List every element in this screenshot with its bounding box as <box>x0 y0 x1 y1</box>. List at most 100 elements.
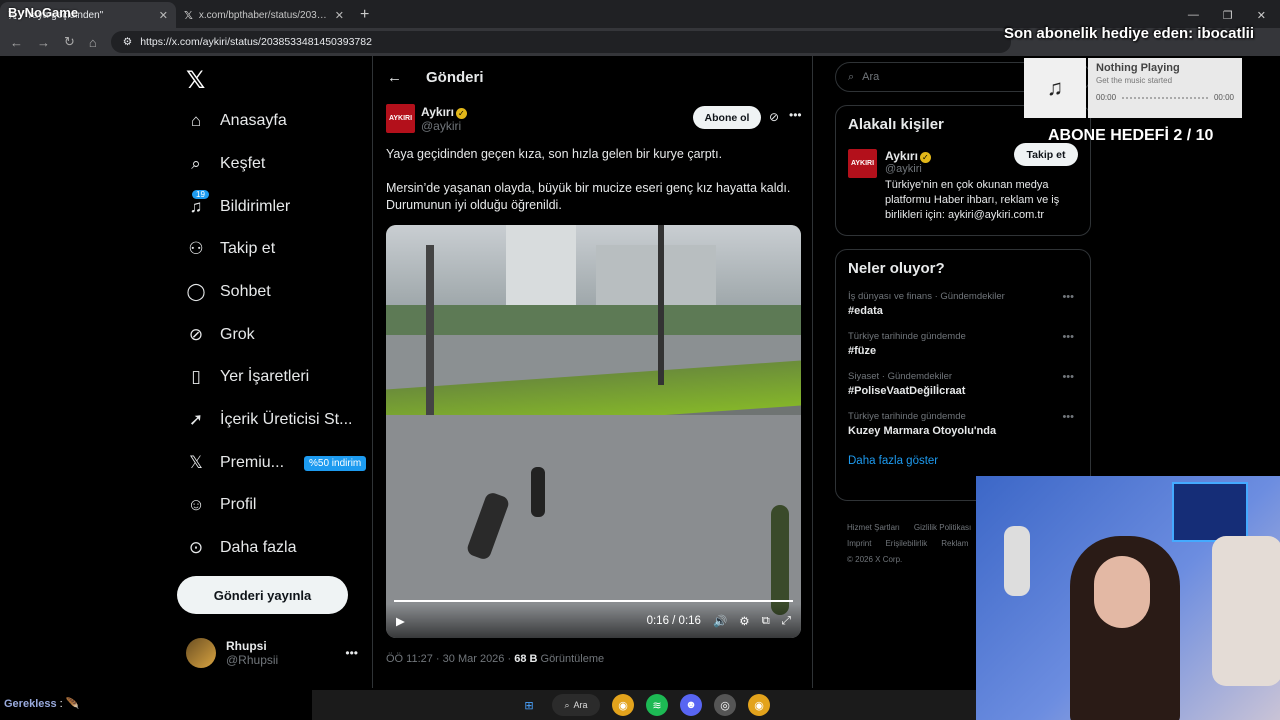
person-icon: ☺ <box>187 495 205 514</box>
close-window-icon[interactable]: ✕ <box>1257 9 1266 22</box>
trend-item[interactable]: Türkiye tarihinde gündemde Kuzey Marmara… <box>848 411 1078 437</box>
more-dots-icon[interactable]: ••• <box>789 108 802 122</box>
trend-item[interactable]: Siyaset · Gündemdekiler #PoliseVaatDeğil… <box>848 371 1078 397</box>
play-icon[interactable]: ▶ <box>396 614 405 628</box>
tab-bpthaber[interactable]: 𝕏 x.com/bpthaber/status/203824 ✕ <box>176 2 352 28</box>
trends-title: Neler oluyor? <box>848 260 945 277</box>
minimize-icon[interactable]: — <box>1188 9 1199 22</box>
nav-item-more[interactable]: ⊙ Daha fazla <box>186 538 297 558</box>
back-icon[interactable]: ← <box>10 35 23 50</box>
back-arrow-icon[interactable]: ← <box>387 69 402 86</box>
x-favicon-icon: 𝕏 <box>184 9 193 22</box>
pip-icon[interactable]: ⧉ <box>762 615 770 628</box>
fullscreen-icon[interactable]: ⤢ <box>782 615 791 628</box>
trends-card: Neler oluyor? İş dünyası ve finans · Gün… <box>835 249 1091 501</box>
home-icon: ⌂ <box>190 111 202 130</box>
bookmark-icon: ▯ <box>191 367 201 386</box>
browser-tabbar: 𝕏 "Yaya geçidinden" ✕ 𝕏 x.com/bpthaber/s… <box>0 0 1280 28</box>
obs-icon[interactable]: ◎ <box>714 694 736 716</box>
home-browser-icon[interactable]: ⌂ <box>89 35 97 50</box>
music-time-start: 00:00 <box>1096 93 1117 102</box>
nav-item-profile[interactable]: ☺ Profil <box>186 495 256 515</box>
more-dots-icon[interactable]: ••• <box>345 646 358 660</box>
chat-icon: ◯ <box>186 282 206 301</box>
nav-item-home[interactable]: ⌂ Anasayfa <box>186 111 287 131</box>
post-text-line: Mersin’de yaşanan olayda, büyük bir muci… <box>386 181 791 212</box>
close-icon[interactable]: ✕ <box>335 9 344 22</box>
footer-link[interactable]: Imprint <box>847 539 871 548</box>
post-text: Yaya geçidinden geçen kıza, son hızla ge… <box>386 146 806 231</box>
close-icon[interactable]: ✕ <box>159 9 168 22</box>
spotify-icon[interactable]: ≋ <box>646 694 668 716</box>
url-field[interactable]: ⚙ https://x.com/aykiri/status/2038533481… <box>110 31 1011 53</box>
nav-item-explore[interactable]: ⌕ Keşfet <box>186 154 265 174</box>
post-button[interactable]: Gönderi yayınla <box>177 576 348 614</box>
maximize-icon[interactable]: ❐ <box>1223 9 1233 22</box>
sub-goal-text: ABONE HEDEFİ 2 / 10 <box>1048 127 1214 144</box>
author-name: Aykırı <box>421 104 454 119</box>
nav-item-grok[interactable]: ⊘ Grok <box>186 325 255 345</box>
taskbar: ⊞ ⌕ Ara ◉ ≋ ☻ ◎ ◉ <box>312 690 976 720</box>
nav-label: Sohbet <box>220 283 271 300</box>
nav-label: Yer İşaretleri <box>220 368 310 385</box>
nav-item-notifications[interactable]: ♫ 19 Bildirimler <box>186 190 290 217</box>
taskbar-search[interactable]: ⌕ Ara <box>552 694 600 716</box>
follow-button[interactable]: Takip et <box>1014 143 1078 166</box>
trend-title: #PoliseVaatDeğilİcraat <box>848 385 966 397</box>
grok-icon: ⊘ <box>188 325 204 344</box>
footer-link[interactable]: Erişilebilirlik <box>885 539 927 548</box>
nav-item-follow[interactable]: ⚇ Takip et <box>186 239 275 259</box>
related-person[interactable]: AYKIRI Aykırı ✓ @aykiri Türkiye'nin en ço… <box>848 143 1078 223</box>
trend-category: İş dünyası ve finans · Gündemdekiler <box>848 291 1005 302</box>
nav-item-creator-studio[interactable]: ➚ İçerik Üreticisi St... <box>186 410 353 430</box>
site-info-icon[interactable]: ⚙ <box>123 36 132 48</box>
nav-label: Daha fazla <box>220 539 297 556</box>
streamer-face <box>1094 556 1150 628</box>
author-avatar: AYKIRI <box>386 104 415 133</box>
nav-label: Premiu... <box>220 454 285 471</box>
trend-item[interactable]: Türkiye tarihinde gündemde #füze ••• <box>848 331 1078 357</box>
settings-icon[interactable]: ⚙ <box>739 614 749 628</box>
video-progress-bar[interactable] <box>394 600 793 602</box>
new-tab-button[interactable]: + <box>352 6 377 28</box>
subscribe-button[interactable]: Abone ol <box>693 106 761 129</box>
chrome-icon[interactable]: ◉ <box>612 694 634 716</box>
show-more-link[interactable]: Daha fazla göster <box>848 455 1078 467</box>
account-switcher[interactable]: Rhupsi @Rhupsii ••• <box>186 638 358 668</box>
trend-item[interactable]: İş dünyası ve finans · Gündemdekiler #ed… <box>848 291 1078 317</box>
author-handle: @aykiri <box>421 118 462 133</box>
x-logo-icon[interactable]: 𝕏 <box>186 66 205 95</box>
video-player[interactable]: ▶ 0:16 / 0:16 🔊 ⚙ ⧉ ⤢ <box>386 225 801 638</box>
author-name-row: Aykırı ✓ <box>421 105 467 119</box>
footer-links: Hizmet Şartları Gizlilik Politikası Impri… <box>847 520 985 568</box>
post-author[interactable]: AYKIRI Aykırı ✓ @aykiri <box>386 104 467 133</box>
volume-icon[interactable]: 🔊 <box>713 614 727 628</box>
chair <box>1212 536 1280 686</box>
more-dots-icon[interactable]: ••• <box>1062 331 1074 343</box>
bell-icon: ♫ 19 <box>186 190 209 217</box>
footer-link[interactable]: Gizlilik Politikası <box>914 523 971 532</box>
nav-item-bookmarks[interactable]: ▯ Yer İşaretleri <box>186 367 309 387</box>
nav-label: Keşfet <box>220 155 266 172</box>
webcam-feed <box>976 476 1280 720</box>
grok-explain-icon[interactable]: ⊘ <box>769 110 779 124</box>
more-dots-icon[interactable]: ••• <box>1062 371 1074 383</box>
microphone <box>1004 526 1030 596</box>
person-plus-icon: ⚇ <box>188 239 204 258</box>
reload-icon[interactable]: ↻ <box>64 34 75 50</box>
nav-item-premium[interactable]: 𝕏 Premiu... %50 indirim <box>186 453 367 473</box>
music-progress: 00:00 00:00 <box>1096 93 1234 102</box>
forward-icon[interactable]: → <box>37 35 50 50</box>
related-bio: Türkiye'nin en çok okunan medya platform… <box>885 179 1060 221</box>
trend-title: Kuzey Marmara Otoyolu'nda <box>848 425 997 437</box>
footer-link[interactable]: Hizmet Şartları <box>847 523 900 532</box>
video-time: 0:16 / 0:16 <box>646 615 701 627</box>
more-dots-icon[interactable]: ••• <box>1062 291 1074 303</box>
footer-link[interactable]: Reklam <box>941 539 968 548</box>
chrome-active-icon[interactable]: ◉ <box>748 694 770 716</box>
post-meta: ÖÖ 11:27 · 30 Mar 2026 · 68 B Görüntülem… <box>386 653 604 665</box>
windows-start-icon[interactable]: ⊞ <box>518 694 540 716</box>
discord-icon[interactable]: ☻ <box>680 694 702 716</box>
nav-item-chat[interactable]: ◯ Sohbet <box>186 282 271 302</box>
more-dots-icon[interactable]: ••• <box>1062 411 1074 423</box>
